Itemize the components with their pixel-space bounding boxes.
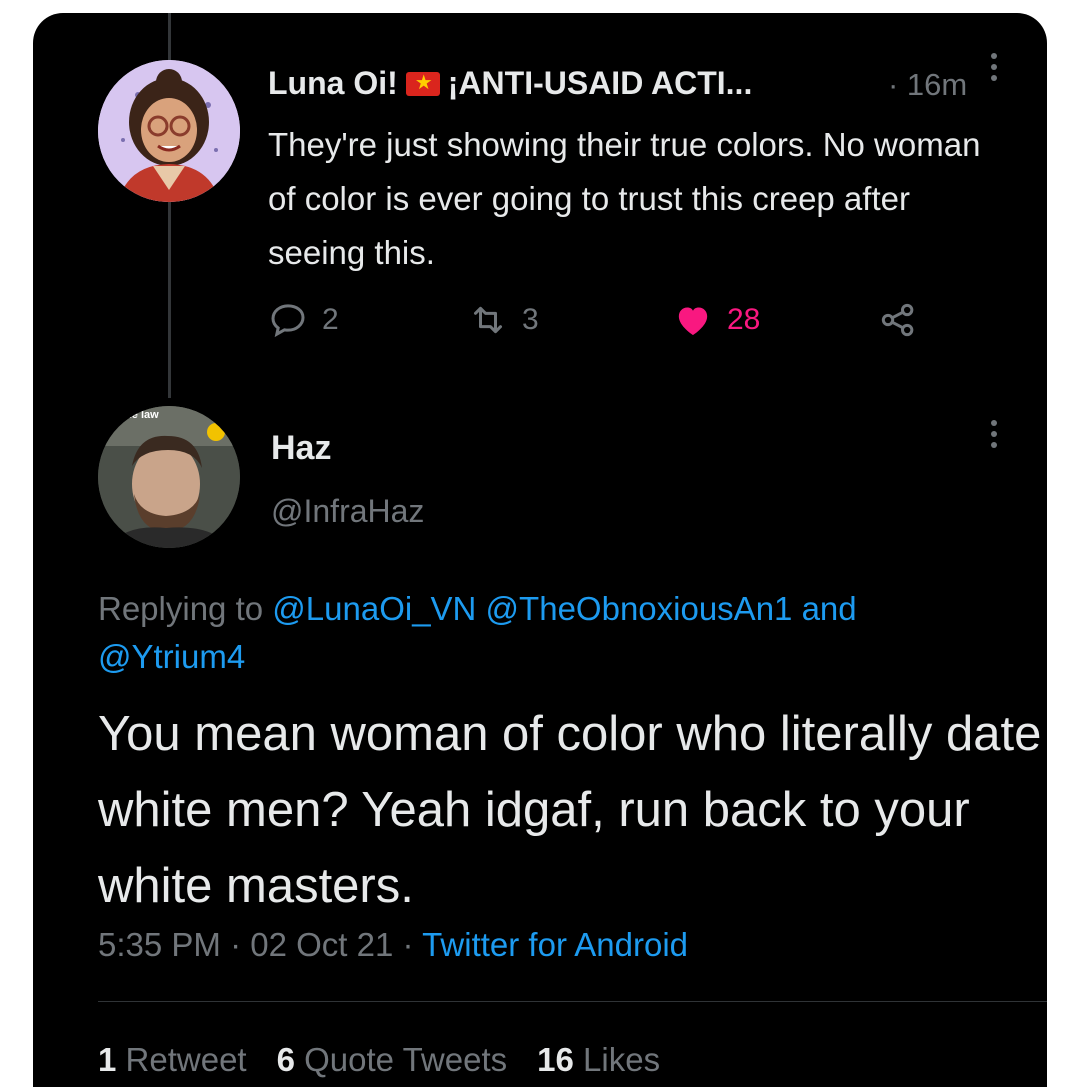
parent-timestamp[interactable]: · 16m <box>888 67 967 103</box>
tweet-time[interactable]: 5:35 PM <box>98 926 221 963</box>
retweet-button[interactable]: 3 <box>468 300 539 340</box>
author-name[interactable]: Haz <box>271 429 331 468</box>
tweet-text: You mean woman of color who literally da… <box>98 707 1042 913</box>
author-handle[interactable]: @InfraHaz <box>271 493 424 530</box>
display-name: Luna Oi! <box>268 65 398 101</box>
replying-to: Replying to @LunaOi_VN @TheObnoxiousAn1 … <box>98 585 998 681</box>
display-name-suffix: ¡ANTI-USAID ACTI... <box>447 65 753 101</box>
more-options-icon[interactable] <box>990 420 998 453</box>
tweet-stats: 1 Retweet 6 Quote Tweets 16 Likes <box>98 1041 660 1079</box>
vietnam-flag-icon <box>405 70 440 96</box>
retweets-label: Retweet <box>125 1041 247 1078</box>
avatar-haz[interactable]: ack the law <box>98 406 240 548</box>
retweets-count: 1 <box>98 1041 117 1078</box>
parent-tweet-text: They're just showing their true colors. … <box>268 126 981 271</box>
more-options-icon[interactable] <box>990 53 998 86</box>
quotes-count: 6 <box>276 1041 295 1078</box>
tweet-source-link[interactable]: Twitter for Android <box>422 926 688 963</box>
divider <box>98 1001 1047 1002</box>
reply-icon <box>271 304 305 338</box>
likes-label: Likes <box>583 1041 661 1078</box>
likes-count: 16 <box>537 1041 574 1078</box>
reply-button[interactable]: 2 <box>268 300 339 340</box>
likes-stat[interactable]: 16 Likes <box>537 1041 660 1078</box>
avatar-luna[interactable] <box>98 60 240 202</box>
retweet-count: 3 <box>522 303 539 336</box>
tweet-card: Luna Oi! ¡ANTI-USAID ACTI... · 16m They'r… <box>33 13 1047 1087</box>
retweets-stat[interactable]: 1 Retweet <box>98 1041 247 1078</box>
replying-label: Replying to <box>98 590 264 627</box>
parent-author-name[interactable]: Luna Oi! ¡ANTI-USAID ACTI... <box>268 65 752 102</box>
tweet-metadata: 5:35 PM · 02 Oct 21 · Twitter for Androi… <box>98 926 689 963</box>
like-button[interactable]: 28 <box>673 300 760 340</box>
quotes-stat[interactable]: 6 Quote Tweets <box>277 1041 508 1078</box>
svg-text:ack the law: ack the law <box>100 409 159 421</box>
tweet-date[interactable]: 02 Oct 21 <box>250 926 393 963</box>
heart-filled-icon <box>678 307 708 335</box>
reply-count: 2 <box>322 303 339 336</box>
share-icon <box>881 303 914 337</box>
share-button[interactable] <box>878 300 918 340</box>
parent-action-bar: 2 3 28 <box>268 300 968 344</box>
like-count: 28 <box>727 303 761 336</box>
quotes-label: Quote Tweets <box>304 1041 508 1078</box>
retweet-icon <box>474 306 502 334</box>
